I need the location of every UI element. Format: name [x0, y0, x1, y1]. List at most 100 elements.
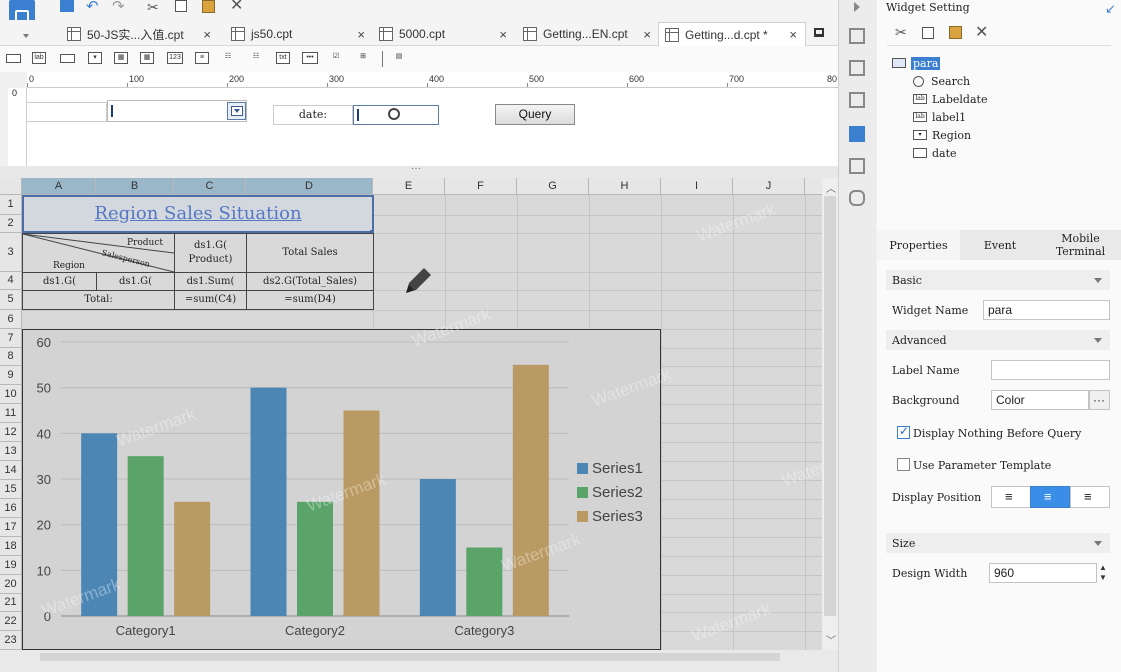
row-header-6[interactable]: 6 [0, 310, 22, 329]
expand-icon[interactable]: ↙ [1105, 1, 1116, 17]
float-element-icon[interactable] [849, 92, 865, 108]
row-header-23[interactable]: 23 [0, 631, 22, 650]
corner-cell[interactable] [0, 178, 22, 195]
checkgroup-widget-icon[interactable]: ☷ [221, 52, 235, 64]
region-combo[interactable] [107, 100, 247, 122]
tree-item-search[interactable]: Search [877, 72, 1121, 90]
row-header-15[interactable]: 15 [0, 480, 22, 499]
tab-event[interactable]: Event [960, 230, 1040, 260]
button-widget-icon[interactable] [60, 54, 75, 63]
bar[interactable] [512, 364, 549, 616]
row-header-7[interactable]: 7 [0, 329, 22, 348]
row-header-10[interactable]: 10 [0, 385, 22, 404]
bar[interactable] [297, 501, 333, 616]
list-widget-icon[interactable]: ≡ [195, 52, 209, 64]
col-header-g[interactable]: G [517, 178, 589, 195]
tab-file-3[interactable]: 5000.cpt × [372, 22, 516, 46]
row-header-20[interactable]: 20 [0, 575, 22, 594]
tab-mobile-terminal[interactable]: Mobile Terminal [1040, 230, 1121, 260]
row-header-1[interactable]: 1 [0, 195, 22, 215]
row-header-16[interactable]: 16 [0, 499, 22, 518]
tab-file-2[interactable]: js50.cpt × [224, 22, 374, 46]
date-field[interactable] [353, 105, 439, 125]
undo-icon[interactable]: ↶ [86, 0, 99, 14]
col-header-i[interactable]: I [661, 178, 733, 195]
report-title-cell[interactable]: Region Sales Situation [22, 195, 374, 233]
tab-list-icon[interactable] [23, 34, 29, 38]
row-header-14[interactable]: 14 [0, 461, 22, 480]
tab-file-5[interactable]: Getting...d.cpt * × [658, 22, 806, 46]
cell-c4[interactable]: ds1.Sum( [174, 272, 247, 291]
redo-icon[interactable]: ↷ [112, 0, 125, 14]
date-widget-icon[interactable]: ▦ [114, 52, 128, 64]
widget-name-input[interactable]: para [983, 300, 1110, 320]
tree-item-label1[interactable]: lab label1 [877, 108, 1121, 126]
spinner-down-icon[interactable]: ▼ [1099, 574, 1110, 583]
tree-item-region[interactable]: ▾ Region [877, 126, 1121, 144]
label-widget-icon[interactable]: lab [32, 52, 46, 64]
cell-c5[interactable]: =sum(C4) [174, 290, 247, 310]
horizontal-scrollbar[interactable] [0, 650, 838, 672]
combo-widget-icon[interactable]: ▾ [88, 52, 102, 64]
cell-d4[interactable]: ds2.G(Total_Sales) [246, 272, 374, 291]
search-icon[interactable] [388, 108, 400, 120]
row-header-19[interactable]: 19 [0, 556, 22, 575]
tab-file-1[interactable]: 50-JS实...入值.cpt × [60, 22, 220, 46]
row-header-9[interactable]: 9 [0, 366, 22, 385]
close-icon[interactable]: × [203, 27, 211, 42]
password-widget-icon[interactable]: ••• [302, 52, 318, 64]
number-widget-icon[interactable]: 123 [167, 52, 183, 64]
collapse-arrow-icon[interactable] [854, 2, 860, 12]
cell-c3[interactable]: ds1.G( Product) [174, 233, 247, 273]
spinner-up-icon[interactable]: ▲ [1099, 564, 1110, 573]
textbox-widget-icon[interactable] [6, 54, 21, 63]
section-advanced[interactable]: Advanced [886, 330, 1110, 350]
cell-b4[interactable]: ds1.G( [96, 272, 175, 291]
bar[interactable] [466, 547, 503, 617]
region-combo-arrow[interactable] [227, 102, 246, 120]
slash-header-cell[interactable]: Product Salesperson Region [22, 233, 175, 273]
close-icon[interactable]: × [643, 27, 651, 42]
row-header-11[interactable]: 11 [0, 404, 22, 423]
table-widget-icon[interactable]: ▦ [140, 52, 154, 64]
col-header-a[interactable]: A [22, 178, 96, 195]
row-header-21[interactable]: 21 [0, 594, 22, 612]
use-template-checkbox[interactable] [897, 458, 910, 471]
display-nothing-checkbox[interactable]: ✓ [897, 424, 910, 439]
col-header-f[interactable]: F [445, 178, 517, 195]
cell-element-icon[interactable] [849, 28, 865, 44]
row-header-5[interactable]: 5 [0, 290, 22, 310]
label-name-input[interactable] [991, 360, 1110, 380]
tree-item-date[interactable]: date [877, 144, 1121, 162]
col-header-h[interactable]: H [589, 178, 661, 195]
bar[interactable] [419, 479, 456, 616]
design-width-input[interactable]: 960 [989, 563, 1097, 583]
tab-file-4[interactable]: Getting...EN.cpt × [516, 22, 660, 46]
cell-d3[interactable]: Total Sales [246, 233, 374, 273]
close-icon[interactable]: × [499, 27, 507, 42]
close-icon[interactable]: × [789, 27, 797, 42]
col-header-d[interactable]: D [246, 178, 373, 195]
more-widgets-icon[interactable]: ▤ [392, 52, 406, 64]
cut-icon[interactable]: ✂ [147, 0, 159, 14]
tab-menu-icon[interactable] [814, 28, 824, 37]
pencil-icon[interactable] [400, 263, 436, 299]
close-icon[interactable]: × [357, 27, 365, 42]
vertical-scrollbar[interactable]: ︿ ﹀ [822, 178, 838, 650]
cell-total-label[interactable]: Total: [22, 290, 175, 310]
row-header-8[interactable]: 8 [0, 348, 22, 366]
tab-properties[interactable]: Properties [877, 230, 960, 260]
col-header-j[interactable]: J [733, 178, 805, 195]
background-input[interactable]: Color [991, 390, 1089, 410]
tree-item-para[interactable]: para [877, 54, 1121, 72]
checkbox-widget-icon[interactable]: ☑ [329, 52, 343, 64]
widget-setting-icon[interactable] [849, 126, 865, 142]
radio-widget-icon[interactable]: ☷ [249, 52, 263, 64]
cut-icon[interactable]: ✂ [895, 24, 907, 41]
row-header-17[interactable]: 17 [0, 518, 22, 537]
row-header-12[interactable]: 12 [0, 423, 22, 442]
row-header-22[interactable]: 22 [0, 612, 22, 631]
tree-widget-icon[interactable]: ⊞ [356, 52, 370, 64]
save-icon[interactable] [60, 0, 74, 12]
row-header-13[interactable]: 13 [0, 442, 22, 461]
